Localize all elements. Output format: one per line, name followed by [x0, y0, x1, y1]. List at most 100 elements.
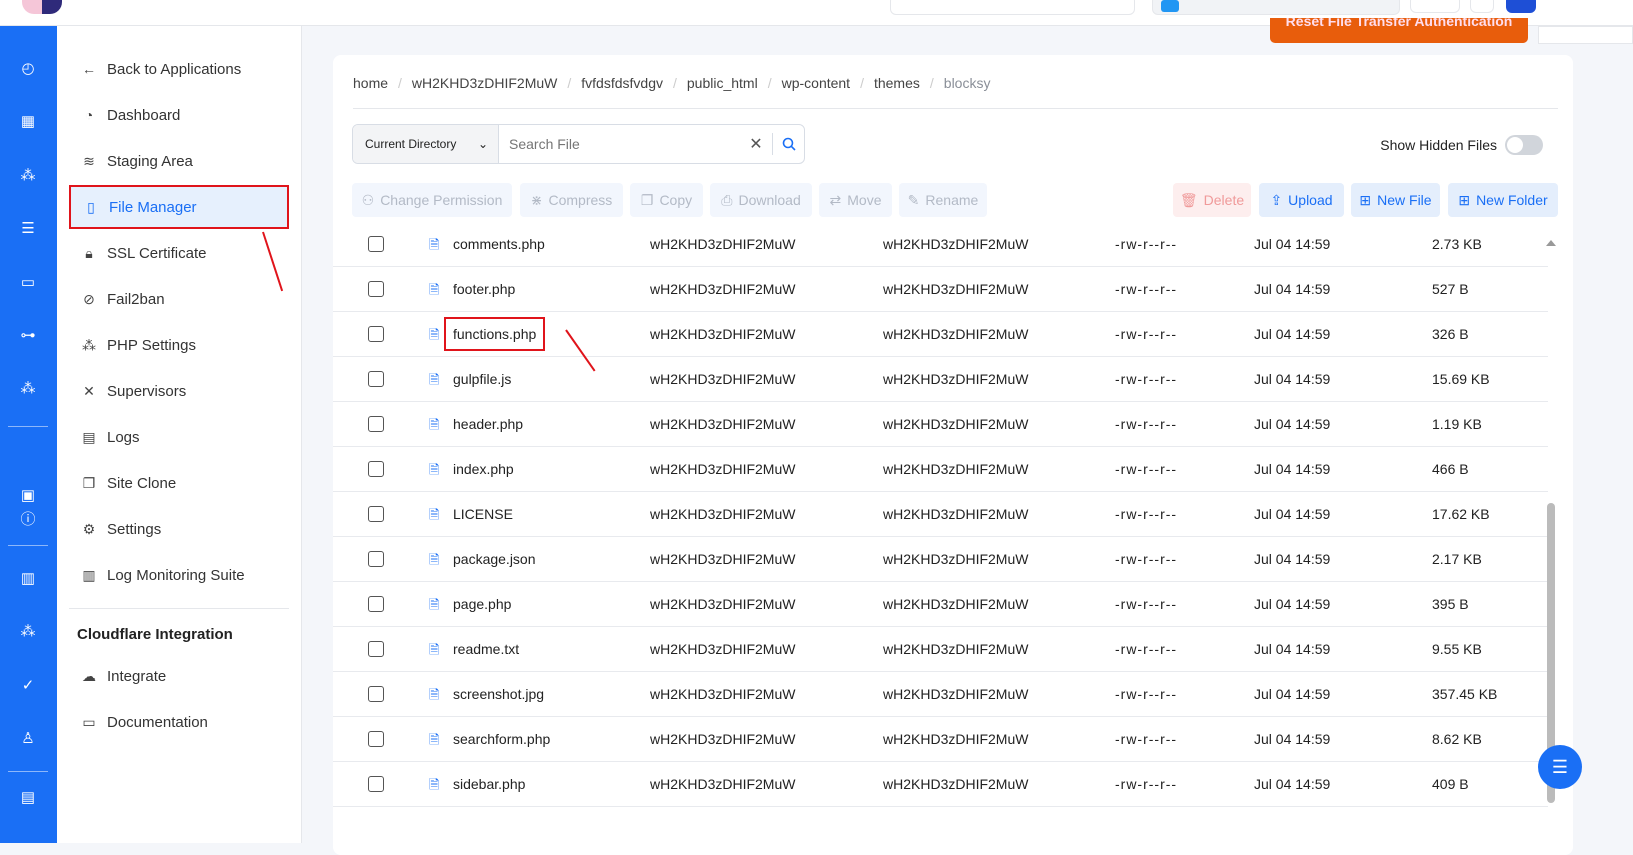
breadcrumb-item[interactable]: public_html — [687, 75, 758, 91]
breadcrumb-item[interactable]: home — [353, 75, 388, 91]
row-checkbox[interactable] — [368, 731, 384, 747]
file-name[interactable]: searchform.php — [453, 731, 550, 747]
sidebar-item-site-clone[interactable]: ❐ Site Clone — [69, 461, 289, 505]
sidebar-item-integrate[interactable]: ☁ Integrate — [69, 654, 289, 698]
gauge-icon[interactable]: ◴ — [18, 59, 38, 79]
support-icon[interactable]: ♙ — [18, 729, 38, 749]
table-row[interactable]: 🗎 comments.php wH2KHD3zDHIF2MuW wH2KHD3zDHI… — [333, 222, 1548, 267]
apps-icon[interactable]: ⁂ — [18, 622, 38, 642]
row-checkbox[interactable] — [368, 461, 384, 477]
row-checkbox[interactable] — [368, 416, 384, 432]
file-name[interactable]: readme.txt — [453, 641, 519, 657]
row-checkbox[interactable] — [368, 506, 384, 522]
sidebar-item-supervisors[interactable]: ✕ Supervisors — [69, 369, 289, 413]
scope-select[interactable]: Current Directory ⌄ — [353, 125, 499, 163]
show-hidden-toggle[interactable] — [1505, 135, 1543, 155]
table-row[interactable]: 🗎 index.php wH2KHD3zDHIF2MuW wH2KHD3zDHIF2M… — [333, 447, 1548, 492]
row-checkbox[interactable] — [368, 371, 384, 387]
sidebar-item-php-settings[interactable]: ⁂ PHP Settings — [69, 323, 289, 367]
sidebar-item-log-monitoring-suite[interactable]: ▥ Log Monitoring Suite — [69, 553, 289, 597]
table-row[interactable]: 🗎 functions.php wH2KHD3zDHIF2MuW wH2KHD3zDH… — [333, 312, 1548, 357]
sidebar-item-dashboard[interactable]: ◔ Dashboard — [69, 93, 289, 137]
breadcrumb-item[interactable]: themes — [874, 75, 920, 91]
database-icon[interactable]: ☰ — [18, 219, 38, 239]
row-checkbox[interactable] — [368, 686, 384, 702]
table-row[interactable]: 🗎 sidebar.php wH2KHD3zDHIF2MuW wH2KHD3zDHIF… — [333, 762, 1548, 807]
billing-icon[interactable]: ▣ — [18, 486, 38, 506]
file-name[interactable]: screenshot.jpg — [453, 686, 544, 702]
sidebar-item-documentation[interactable]: ▭ Documentation — [69, 700, 289, 744]
scroll-up-icon[interactable] — [1546, 240, 1556, 246]
sidebar-item-logs[interactable]: ▤ Logs — [69, 415, 289, 459]
compress-button[interactable]: ⋇ Compress — [520, 183, 623, 217]
file-name[interactable]: index.php — [453, 461, 514, 477]
cluster-icon[interactable]: ⁂ — [18, 166, 38, 186]
breadcrumb-item[interactable]: fvfdsfdsfvdgv — [581, 75, 663, 91]
stats-icon[interactable]: ▥ — [18, 569, 38, 589]
chat-icon[interactable]: ☰ — [1538, 745, 1582, 789]
network-icon[interactable]: ⊶ — [18, 326, 38, 346]
sidebar-item-staging-area[interactable]: ≋ Staging Area — [69, 139, 289, 183]
side-button[interactable] — [1538, 26, 1633, 44]
sidebar-item-fail2ban[interactable]: ⊘ Fail2ban — [69, 277, 289, 321]
file-name[interactable]: footer.php — [453, 281, 515, 297]
table-row[interactable]: 🗎 LICENSE wH2KHD3zDHIF2MuW wH2KHD3zDHIF2MuW… — [333, 492, 1548, 537]
sidebar-item-settings[interactable]: ⚙ Settings — [69, 507, 289, 551]
breadcrumb-item[interactable]: wp-content — [782, 75, 850, 91]
global-search[interactable] — [890, 0, 1135, 15]
file-name[interactable]: page.php — [453, 596, 511, 612]
new-file-button[interactable]: ⊞ New File — [1351, 183, 1440, 217]
file-name[interactable]: package.json — [453, 551, 536, 567]
file-name[interactable]: header.php — [453, 416, 523, 432]
row-checkbox[interactable] — [368, 281, 384, 297]
top-button[interactable] — [1410, 0, 1460, 13]
file-name[interactable]: functions.php — [443, 317, 546, 351]
table-row[interactable]: 🗎 searchform.php wH2KHD3zDHIF2MuW wH2KHD3zD… — [333, 717, 1548, 762]
doc-icon[interactable]: ▤ — [18, 788, 38, 808]
breadcrumb-item[interactable]: wH2KHD3zDHIF2MuW — [412, 75, 557, 91]
change-permission-button[interactable]: ⚇ Change Permission — [352, 183, 512, 217]
search-input[interactable] — [499, 125, 740, 163]
file-name[interactable]: comments.php — [453, 236, 545, 252]
sidebar-item-ssl-certificate[interactable]: 🔒︎ SSL Certificate — [69, 231, 289, 275]
table-row[interactable]: 🗎 readme.txt wH2KHD3zDHIF2MuW wH2KHD3zDHIF2… — [333, 627, 1548, 672]
table-row[interactable]: 🗎 footer.php wH2KHD3zDHIF2MuW wH2KHD3zDHIF2… — [333, 267, 1548, 312]
upload-button[interactable]: ⇪ Upload — [1259, 183, 1344, 217]
team-icon[interactable]: ⁂ — [18, 379, 38, 399]
table-row[interactable]: 🗎 screenshot.jpg wH2KHD3zDHIF2MuW wH2KHD3zD… — [333, 672, 1548, 717]
file-name[interactable]: sidebar.php — [453, 776, 525, 792]
table-row[interactable]: 🗎 gulpfile.js wH2KHD3zDHIF2MuW wH2KHD3zDHIF… — [333, 357, 1548, 402]
rename-button[interactable]: ✎ Rename — [899, 183, 987, 217]
table-row[interactable]: 🗎 page.php wH2KHD3zDHIF2MuW wH2KHD3zDHIF2Mu… — [333, 582, 1548, 627]
table-row[interactable]: 🗎 package.json wH2KHD3zDHIF2MuW wH2KHD3zDHI… — [333, 537, 1548, 582]
server-selector[interactable] — [1152, 0, 1400, 15]
logo[interactable] — [22, 0, 62, 14]
row-checkbox[interactable] — [368, 236, 384, 252]
notification-button[interactable] — [1470, 0, 1494, 13]
user-avatar[interactable] — [1506, 0, 1536, 13]
row-checkbox[interactable] — [368, 776, 384, 792]
delete-button[interactable]: 🗑︎ Delete — [1173, 183, 1251, 217]
row-checkbox[interactable] — [368, 326, 384, 342]
clear-icon[interactable]: ✕ — [740, 125, 772, 163]
row-checkbox[interactable] — [368, 641, 384, 657]
server-icon[interactable]: ▦ — [18, 112, 38, 132]
sidebar-item-back-to-applications[interactable]: ← Back to Applications — [69, 47, 289, 91]
drive-icon[interactable]: ▭ — [18, 273, 38, 293]
check-icon[interactable]: ✓ — [18, 676, 38, 696]
search-icon[interactable] — [772, 133, 804, 155]
move-button[interactable]: ⇄ Move — [819, 183, 892, 217]
scrollbar[interactable] — [1545, 235, 1557, 805]
sidebar-item-file-manager[interactable]: ▯ File Manager — [69, 185, 289, 229]
download-button[interactable]: ⎙ Download — [710, 183, 812, 217]
help-icon[interactable]: ⓘ — [18, 510, 38, 530]
copy-button[interactable]: ❐ Copy — [630, 183, 703, 217]
file-owner: wH2KHD3zDHIF2MuW — [650, 371, 796, 387]
file-name[interactable]: gulpfile.js — [453, 371, 511, 387]
table-row[interactable]: 🗎 header.php wH2KHD3zDHIF2MuW wH2KHD3zDHIF2… — [333, 402, 1548, 447]
row-checkbox[interactable] — [368, 596, 384, 612]
file-name[interactable]: LICENSE — [453, 506, 513, 522]
row-checkbox[interactable] — [368, 551, 384, 567]
new-folder-button[interactable]: ⊞ New Folder — [1448, 183, 1558, 217]
reset-file-transfer-button[interactable]: Reset File Transfer Authentication — [1270, 18, 1528, 43]
